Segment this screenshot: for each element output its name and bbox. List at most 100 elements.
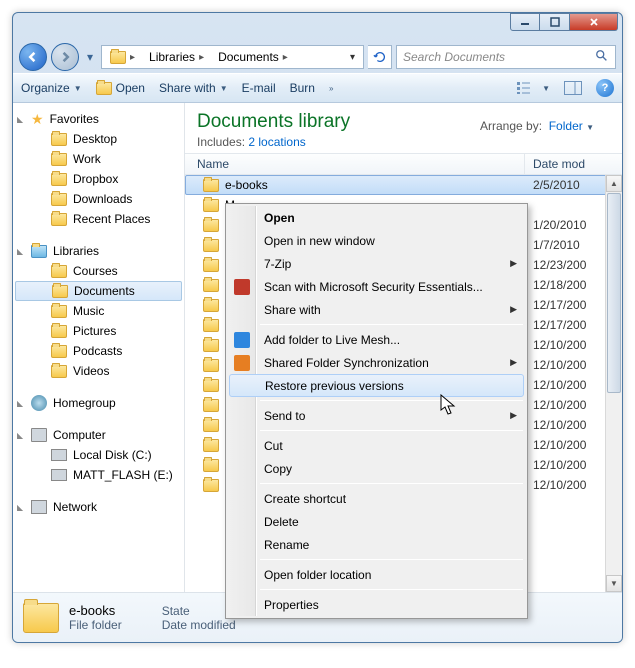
column-name[interactable]: Name <box>185 154 525 174</box>
file-date: 12/10/200 <box>533 398 586 412</box>
forward-button[interactable] <box>51 43 79 71</box>
file-date: 12/10/200 <box>533 478 586 492</box>
nav-header-homegroup[interactable]: ◣Homegroup <box>13 393 184 413</box>
scroll-thumb[interactable] <box>607 193 621 393</box>
nav-item-dropbox[interactable]: Dropbox <box>13 169 184 189</box>
context-menu-item-share-with[interactable]: Share with ▶ <box>228 298 525 321</box>
file-row[interactable]: e-books2/5/2010 <box>185 175 622 195</box>
nav-header-network[interactable]: ◣Network <box>13 497 184 517</box>
submenu-arrow-icon: ▶ <box>510 410 517 421</box>
submenu-arrow-icon: ▶ <box>510 304 517 315</box>
context-menu-item-delete[interactable]: Delete <box>228 510 525 533</box>
nav-item-documents[interactable]: Documents <box>15 281 182 301</box>
back-button[interactable] <box>19 43 47 71</box>
context-menu-item-restore-previous-versions[interactable]: Restore previous versions <box>229 374 524 397</box>
context-menu-item-cut[interactable]: Cut <box>228 434 525 457</box>
file-date: 12/10/200 <box>533 458 586 472</box>
locations-link[interactable]: 2 locations <box>248 135 305 149</box>
breadcrumb-dropdown[interactable]: ▾ <box>344 52 361 63</box>
nav-item-recent-places[interactable]: Recent Places <box>13 209 184 229</box>
arrange-by-dropdown[interactable]: Folder ▼ <box>549 119 594 133</box>
folder-icon <box>203 459 219 472</box>
context-menu-item-add-folder-to-live-mesh[interactable]: Add folder to Live Mesh... <box>228 328 525 351</box>
context-menu-item-create-shortcut[interactable]: Create shortcut <box>228 487 525 510</box>
navigation-pane[interactable]: ◣★FavoritesDesktopWorkDropboxDownloadsRe… <box>13 103 185 592</box>
view-menu[interactable]: ▼ <box>516 80 550 96</box>
breadcrumb-libraries[interactable]: Libraries▸ <box>143 47 210 67</box>
minimize-button[interactable] <box>510 13 540 31</box>
file-date: 12/23/200 <box>533 258 586 272</box>
nav-item-desktop[interactable]: Desktop <box>13 129 184 149</box>
file-date: 12/17/200 <box>533 318 586 332</box>
context-menu-item-open[interactable]: Open <box>228 206 525 229</box>
help-button[interactable]: ? <box>596 79 614 97</box>
open-button[interactable]: Open <box>96 81 145 95</box>
nav-item-music[interactable]: Music <box>13 301 184 321</box>
context-menu-label: Share with <box>264 303 321 317</box>
details-text: e-books File folder <box>69 603 122 632</box>
nav-header-favorites[interactable]: ◣★Favorites <box>13 109 184 129</box>
folder-icon <box>203 419 219 432</box>
nav-header-libraries[interactable]: ◣Libraries <box>13 241 184 261</box>
breadcrumb[interactable]: ▸ Libraries▸ Documents▸ ▾ <box>101 45 364 69</box>
nav-item-work[interactable]: Work <box>13 149 184 169</box>
folder-icon <box>203 299 219 312</box>
organize-menu[interactable]: Organize ▼ <box>21 81 82 95</box>
breadcrumb-documents[interactable]: Documents▸ <box>212 47 294 67</box>
folder-icon <box>203 339 219 352</box>
nav-item-downloads[interactable]: Downloads <box>13 189 184 209</box>
context-menu-item-scan-with-microsoft-security-essentials[interactable]: Scan with Microsoft Security Essentials.… <box>228 275 525 298</box>
context-menu-item-properties[interactable]: Properties <box>228 593 525 616</box>
search-input[interactable]: Search Documents <box>396 45 616 69</box>
file-date: 12/18/200 <box>533 278 586 292</box>
context-menu-label: Cut <box>264 439 283 453</box>
context-menu-item-send-to[interactable]: Send to ▶ <box>228 404 525 427</box>
context-menu-item-shared-folder-synchronization[interactable]: Shared Folder Synchronization▶ <box>228 351 525 374</box>
file-date: 12/10/200 <box>533 438 586 452</box>
context-menu-separator <box>260 559 523 560</box>
details-name: e-books <box>69 603 122 618</box>
context-menu-item-7-zip[interactable]: 7-Zip▶ <box>228 252 525 275</box>
folder-icon <box>203 439 219 452</box>
context-menu-label: Open in new window <box>264 234 375 248</box>
nav-item-matt-flash-e-[interactable]: MATT_FLASH (E:) <box>13 465 184 485</box>
nav-item-pictures[interactable]: Pictures <box>13 321 184 341</box>
context-menu-separator <box>260 430 523 431</box>
preview-pane-button[interactable] <box>564 81 582 95</box>
search-icon <box>595 49 609 66</box>
breadcrumb-root-icon[interactable]: ▸ <box>104 47 141 67</box>
column-date[interactable]: Date mod <box>525 157 622 171</box>
context-menu-item-rename[interactable]: Rename <box>228 533 525 556</box>
close-button[interactable] <box>570 13 618 31</box>
folder-icon <box>203 319 219 332</box>
context-menu-item-icon <box>234 355 250 371</box>
burn-button[interactable]: Burn <box>290 81 315 95</box>
context-menu-label: Open <box>264 211 295 225</box>
email-button[interactable]: E-mail <box>242 81 276 95</box>
context-menu-item-open-in-new-window[interactable]: Open in new window <box>228 229 525 252</box>
arrange-by: Arrange by: Folder ▼ <box>480 119 594 133</box>
toolbar-overflow[interactable]: » <box>329 84 333 93</box>
nav-header-computer[interactable]: ◣Computer <box>13 425 184 445</box>
context-menu-item-open-folder-location[interactable]: Open folder location <box>228 563 525 586</box>
scroll-up-button[interactable]: ▲ <box>606 175 622 192</box>
folder-icon <box>203 379 219 392</box>
nav-item-courses[interactable]: Courses <box>13 261 184 281</box>
nav-item-local-disk-c-[interactable]: Local Disk (C:) <box>13 445 184 465</box>
nav-history-dropdown[interactable]: ▾ <box>83 47 97 67</box>
nav-item-podcasts[interactable]: Podcasts <box>13 341 184 361</box>
vertical-scrollbar[interactable]: ▲ ▼ <box>605 175 622 592</box>
context-menu-label: Rename <box>264 538 309 552</box>
submenu-arrow-icon: ▶ <box>510 357 517 368</box>
scroll-down-button[interactable]: ▼ <box>606 575 622 592</box>
folder-icon <box>203 239 219 252</box>
context-menu-label: Send to <box>264 409 305 423</box>
maximize-button[interactable] <box>540 13 570 31</box>
share-with-menu[interactable]: Share with ▼ <box>159 81 228 95</box>
file-date: 12/10/200 <box>533 358 586 372</box>
context-menu-item-copy[interactable]: Copy <box>228 457 525 480</box>
refresh-button[interactable] <box>368 45 392 69</box>
folder-icon <box>203 259 219 272</box>
file-date: 2/5/2010 <box>533 178 580 192</box>
nav-item-videos[interactable]: Videos <box>13 361 184 381</box>
